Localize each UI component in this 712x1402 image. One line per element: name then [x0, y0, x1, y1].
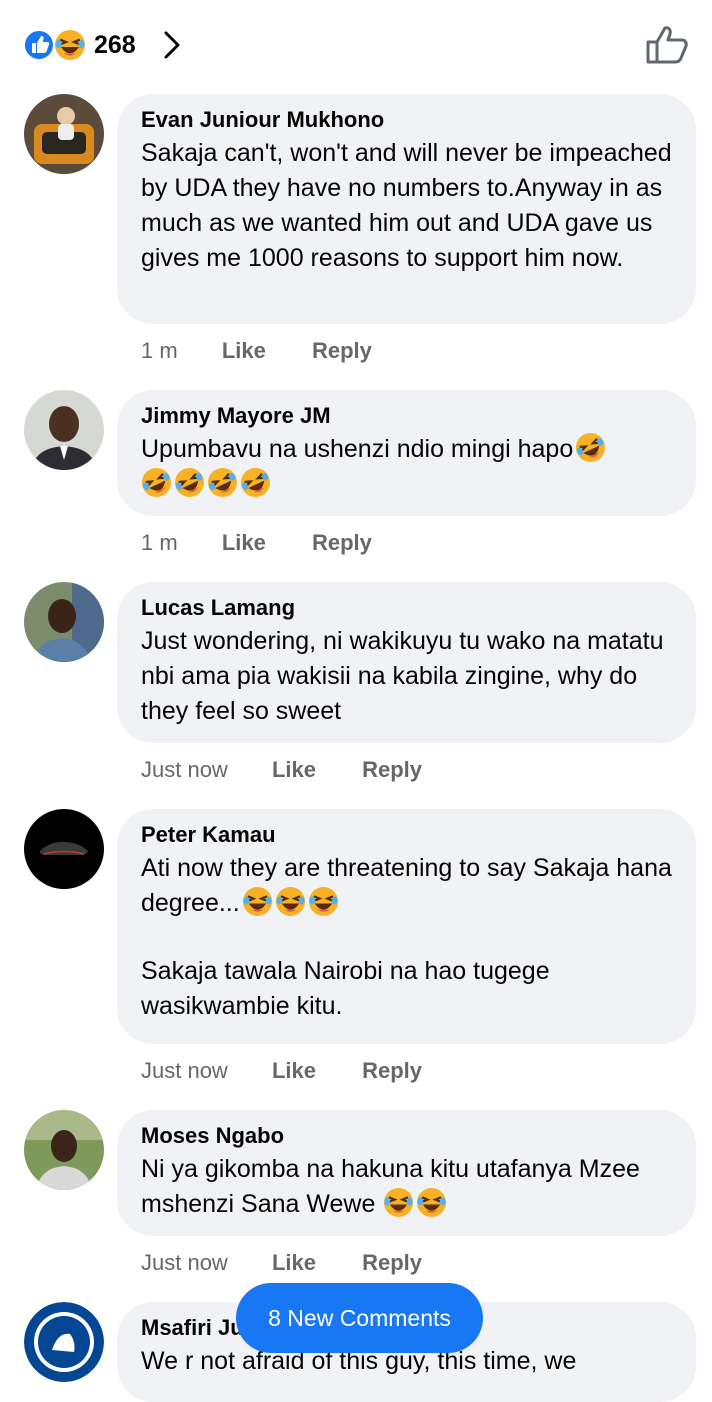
comment-actions: Just now Like Reply: [141, 755, 422, 785]
comment-time[interactable]: 1 m: [141, 336, 178, 366]
comment-author[interactable]: Evan Juniour Mukhono: [141, 106, 672, 134]
reply-link[interactable]: Reply: [362, 1248, 422, 1278]
tears-of-joy-icon: [307, 886, 339, 917]
comment-text: Just wondering, ni wakikuyu tu wako na m…: [141, 627, 671, 725]
reaction-count[interactable]: 268: [94, 28, 136, 62]
avatar[interactable]: [24, 1302, 104, 1382]
comment-bubble[interactable]: Jimmy Mayore JM Upumbavu na ushenzi ndio…: [117, 390, 696, 516]
tears-of-joy-icon: [241, 886, 273, 917]
comment-actions: 1 m Like Reply: [141, 528, 372, 558]
reply-link[interactable]: Reply: [312, 528, 372, 558]
avatar[interactable]: [24, 809, 104, 889]
comment-text: Upumbavu na ushenzi ndio mingi hapo: [141, 432, 672, 502]
tears-of-joy-icon: [416, 1187, 448, 1218]
comment-author[interactable]: Jimmy Mayore JM: [141, 402, 672, 430]
comment-actions: 1 m Like Reply: [141, 336, 372, 366]
haha-icon: [53, 28, 87, 62]
rolling-on-floor-laughing-icon: [240, 467, 271, 498]
comment-bubble[interactable]: Moses Ngabo Ni ya gikomba na hakuna kitu…: [117, 1110, 696, 1236]
comment-text: Ati now they are threatening to say Saka…: [141, 854, 679, 917]
comment-actions: Just now Like Reply: [141, 1248, 422, 1278]
avatar[interactable]: [24, 1110, 104, 1190]
like-link[interactable]: Like: [222, 528, 266, 558]
comment-author[interactable]: Lucas Lamang: [141, 594, 672, 622]
thumbs-up-outline-icon[interactable]: [644, 22, 692, 66]
reply-link[interactable]: Reply: [312, 336, 372, 366]
comment-actions: Just now Like Reply: [141, 1056, 422, 1086]
like-link[interactable]: Like: [272, 755, 316, 785]
chevron-right-icon[interactable]: [158, 28, 186, 62]
avatar[interactable]: [24, 390, 104, 470]
comment-bubble[interactable]: Evan Juniour Mukhono Sakaja can't, won't…: [117, 94, 696, 324]
comment-time[interactable]: Just now: [141, 755, 228, 785]
rolling-on-floor-laughing-icon: [174, 467, 205, 498]
comment-text: Sakaja can't, won't and will never be im…: [141, 139, 679, 272]
like-link[interactable]: Like: [222, 336, 266, 366]
comment-time[interactable]: 1 m: [141, 528, 178, 558]
rolling-on-floor-laughing-icon: [575, 432, 607, 463]
rolling-on-floor-laughing-icon: [141, 467, 172, 498]
reply-link[interactable]: Reply: [362, 755, 422, 785]
new-comments-button[interactable]: 8 New Comments: [236, 1283, 483, 1353]
reply-link[interactable]: Reply: [362, 1056, 422, 1086]
rolling-on-floor-laughing-icon: [207, 467, 238, 498]
comment-bubble[interactable]: Lucas Lamang Just wondering, ni wakikuyu…: [117, 582, 696, 743]
like-link[interactable]: Like: [272, 1248, 316, 1278]
comment-time[interactable]: Just now: [141, 1056, 228, 1086]
comment-bubble[interactable]: Peter Kamau Ati now they are threatening…: [117, 809, 696, 1044]
avatar[interactable]: [24, 582, 104, 662]
like-icon: [23, 29, 55, 61]
like-link[interactable]: Like: [272, 1056, 316, 1086]
avatar[interactable]: [24, 94, 104, 174]
comment-text: Ni ya gikomba na hakuna kitu utafanya Mz…: [141, 1155, 647, 1218]
tears-of-joy-icon: [383, 1187, 415, 1218]
comment-text: Sakaja tawala Nairobi na hao tugege wasi…: [141, 957, 557, 1020]
comment-author[interactable]: Moses Ngabo: [141, 1122, 672, 1150]
comment-author[interactable]: Peter Kamau: [141, 821, 672, 849]
reaction-icons[interactable]: [22, 28, 90, 62]
reactions-bar: 268: [0, 0, 712, 90]
comment-time[interactable]: Just now: [141, 1248, 228, 1278]
tears-of-joy-icon: [274, 886, 306, 917]
